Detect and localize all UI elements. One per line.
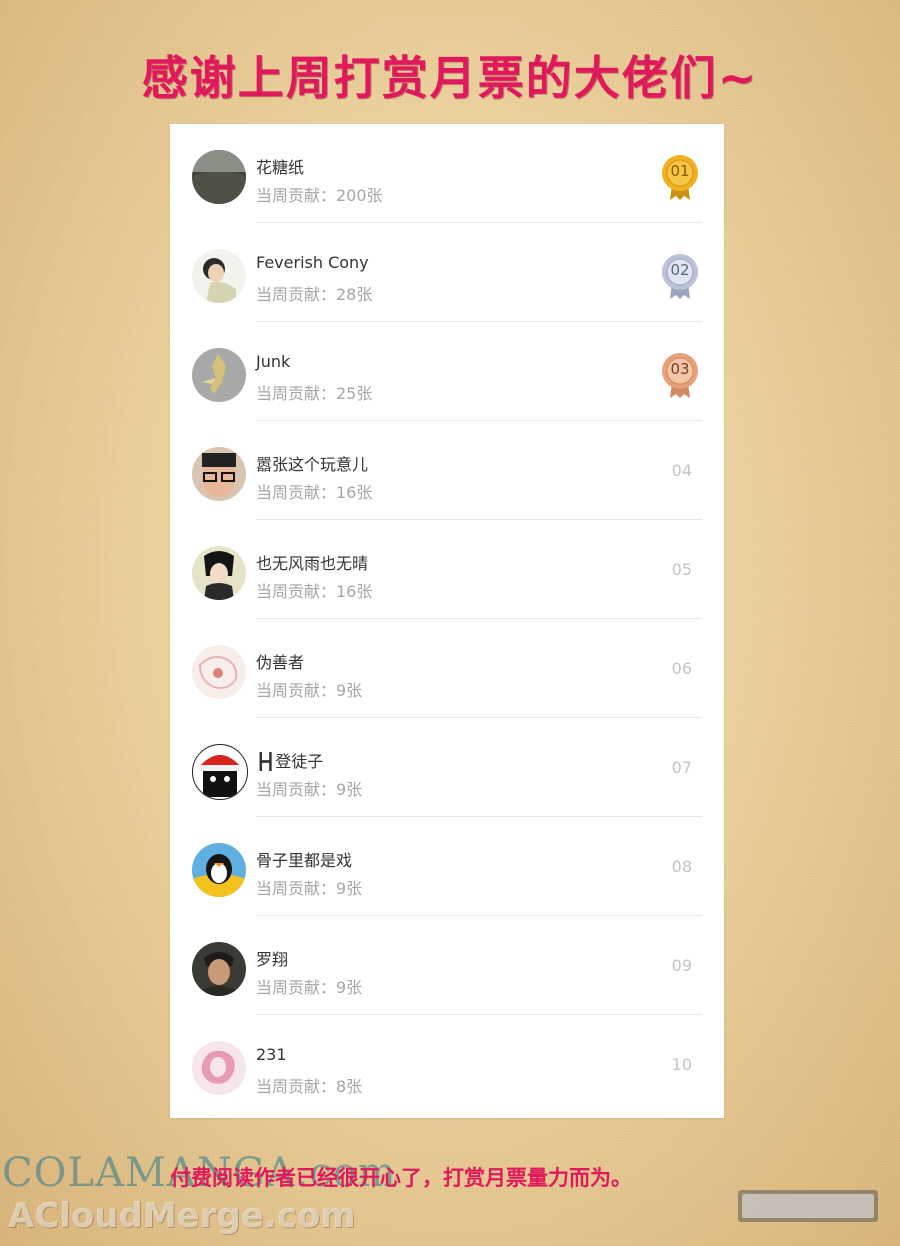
supporter-name: 也无风雨也无晴 bbox=[256, 554, 369, 573]
rank-number: 08 bbox=[671, 857, 692, 876]
tencent-comic-logo bbox=[738, 1188, 878, 1224]
supporter-name: 花糖纸 bbox=[256, 158, 305, 177]
rank-number: 02 bbox=[670, 261, 690, 279]
supporter-name: 伪善者 bbox=[256, 653, 305, 672]
supporter-name: 骨子里都是戏 bbox=[256, 851, 353, 870]
avatar bbox=[192, 744, 248, 800]
supporter-name: 231 bbox=[256, 1045, 287, 1064]
list-item[interactable]: Junk 当周贡献：25张 03 bbox=[170, 322, 724, 421]
avatar bbox=[192, 1041, 246, 1095]
avatar bbox=[192, 447, 246, 501]
supporter-name: 罗翔 bbox=[256, 950, 289, 969]
gold-medal-icon: 01 bbox=[660, 154, 700, 202]
list-item[interactable]: 伪善者 当周贡献：9张 06 bbox=[170, 619, 724, 718]
footer-note: 付费阅读作者已经很开心了，打赏月票量力而为。 bbox=[170, 1166, 632, 1190]
avatar bbox=[192, 348, 246, 402]
contribution-text: 当周贡献：200张 bbox=[256, 186, 383, 205]
avatar bbox=[192, 843, 246, 897]
supporter-name: Junk bbox=[256, 352, 291, 371]
list-item[interactable]: ┣┫登徒子 当周贡献：9张 07 bbox=[170, 718, 724, 817]
avatar bbox=[192, 645, 246, 699]
supporter-name: Feverish Cony bbox=[256, 253, 369, 272]
contribution-text: 当周贡献：9张 bbox=[256, 978, 363, 997]
supporter-list: 花糖纸 当周贡献：200张 01 Feverish Cony 当周贡献：28张 … bbox=[170, 124, 724, 1118]
list-item[interactable]: 也无风雨也无晴 当周贡献：16张 05 bbox=[170, 520, 724, 619]
supporter-name: 嚣张这个玩意儿 bbox=[256, 455, 369, 474]
page-title: 感谢上周打赏月票的大佬们~ bbox=[141, 51, 759, 105]
contribution-text: 当周贡献：16张 bbox=[256, 582, 373, 601]
rank-number: 07 bbox=[671, 758, 692, 777]
list-item[interactable]: 花糖纸 当周贡献：200张 01 bbox=[170, 124, 724, 223]
rank-number: 06 bbox=[671, 659, 692, 678]
rank-number: 10 bbox=[671, 1055, 692, 1074]
acloudmerge-watermark: ACloudMerge.com bbox=[8, 1196, 356, 1236]
supporter-name: ┣┫登徒子 bbox=[256, 752, 324, 771]
avatar bbox=[192, 546, 246, 600]
silver-medal-icon: 02 bbox=[660, 253, 700, 301]
avatar bbox=[192, 150, 246, 204]
contribution-text: 当周贡献：9张 bbox=[256, 780, 363, 799]
rank-number: 05 bbox=[671, 560, 692, 579]
contribution-text: 当周贡献：9张 bbox=[256, 879, 363, 898]
rank-number: 09 bbox=[671, 956, 692, 975]
contribution-text: 当周贡献：28张 bbox=[256, 285, 373, 304]
list-item[interactable]: 嚣张这个玩意儿 当周贡献：16张 04 bbox=[170, 421, 724, 520]
list-item[interactable]: 罗翔 当周贡献：9张 09 bbox=[170, 916, 724, 1015]
contribution-text: 当周贡献：8张 bbox=[256, 1077, 363, 1096]
list-item[interactable]: Feverish Cony 当周贡献：28张 02 bbox=[170, 223, 724, 322]
list-item[interactable]: 231 当周贡献：8张 10 bbox=[170, 1015, 724, 1114]
rank-number: 04 bbox=[671, 461, 692, 480]
contribution-text: 当周贡献：9张 bbox=[256, 681, 363, 700]
rank-number: 01 bbox=[670, 162, 690, 180]
contribution-text: 当周贡献：25张 bbox=[256, 384, 373, 403]
contribution-text: 当周贡献：16张 bbox=[256, 483, 373, 502]
list-item[interactable]: 骨子里都是戏 当周贡献：9张 08 bbox=[170, 817, 724, 916]
avatar bbox=[192, 942, 246, 996]
rank-number: 03 bbox=[670, 360, 690, 378]
avatar bbox=[192, 249, 246, 303]
bronze-medal-icon: 03 bbox=[660, 352, 700, 400]
